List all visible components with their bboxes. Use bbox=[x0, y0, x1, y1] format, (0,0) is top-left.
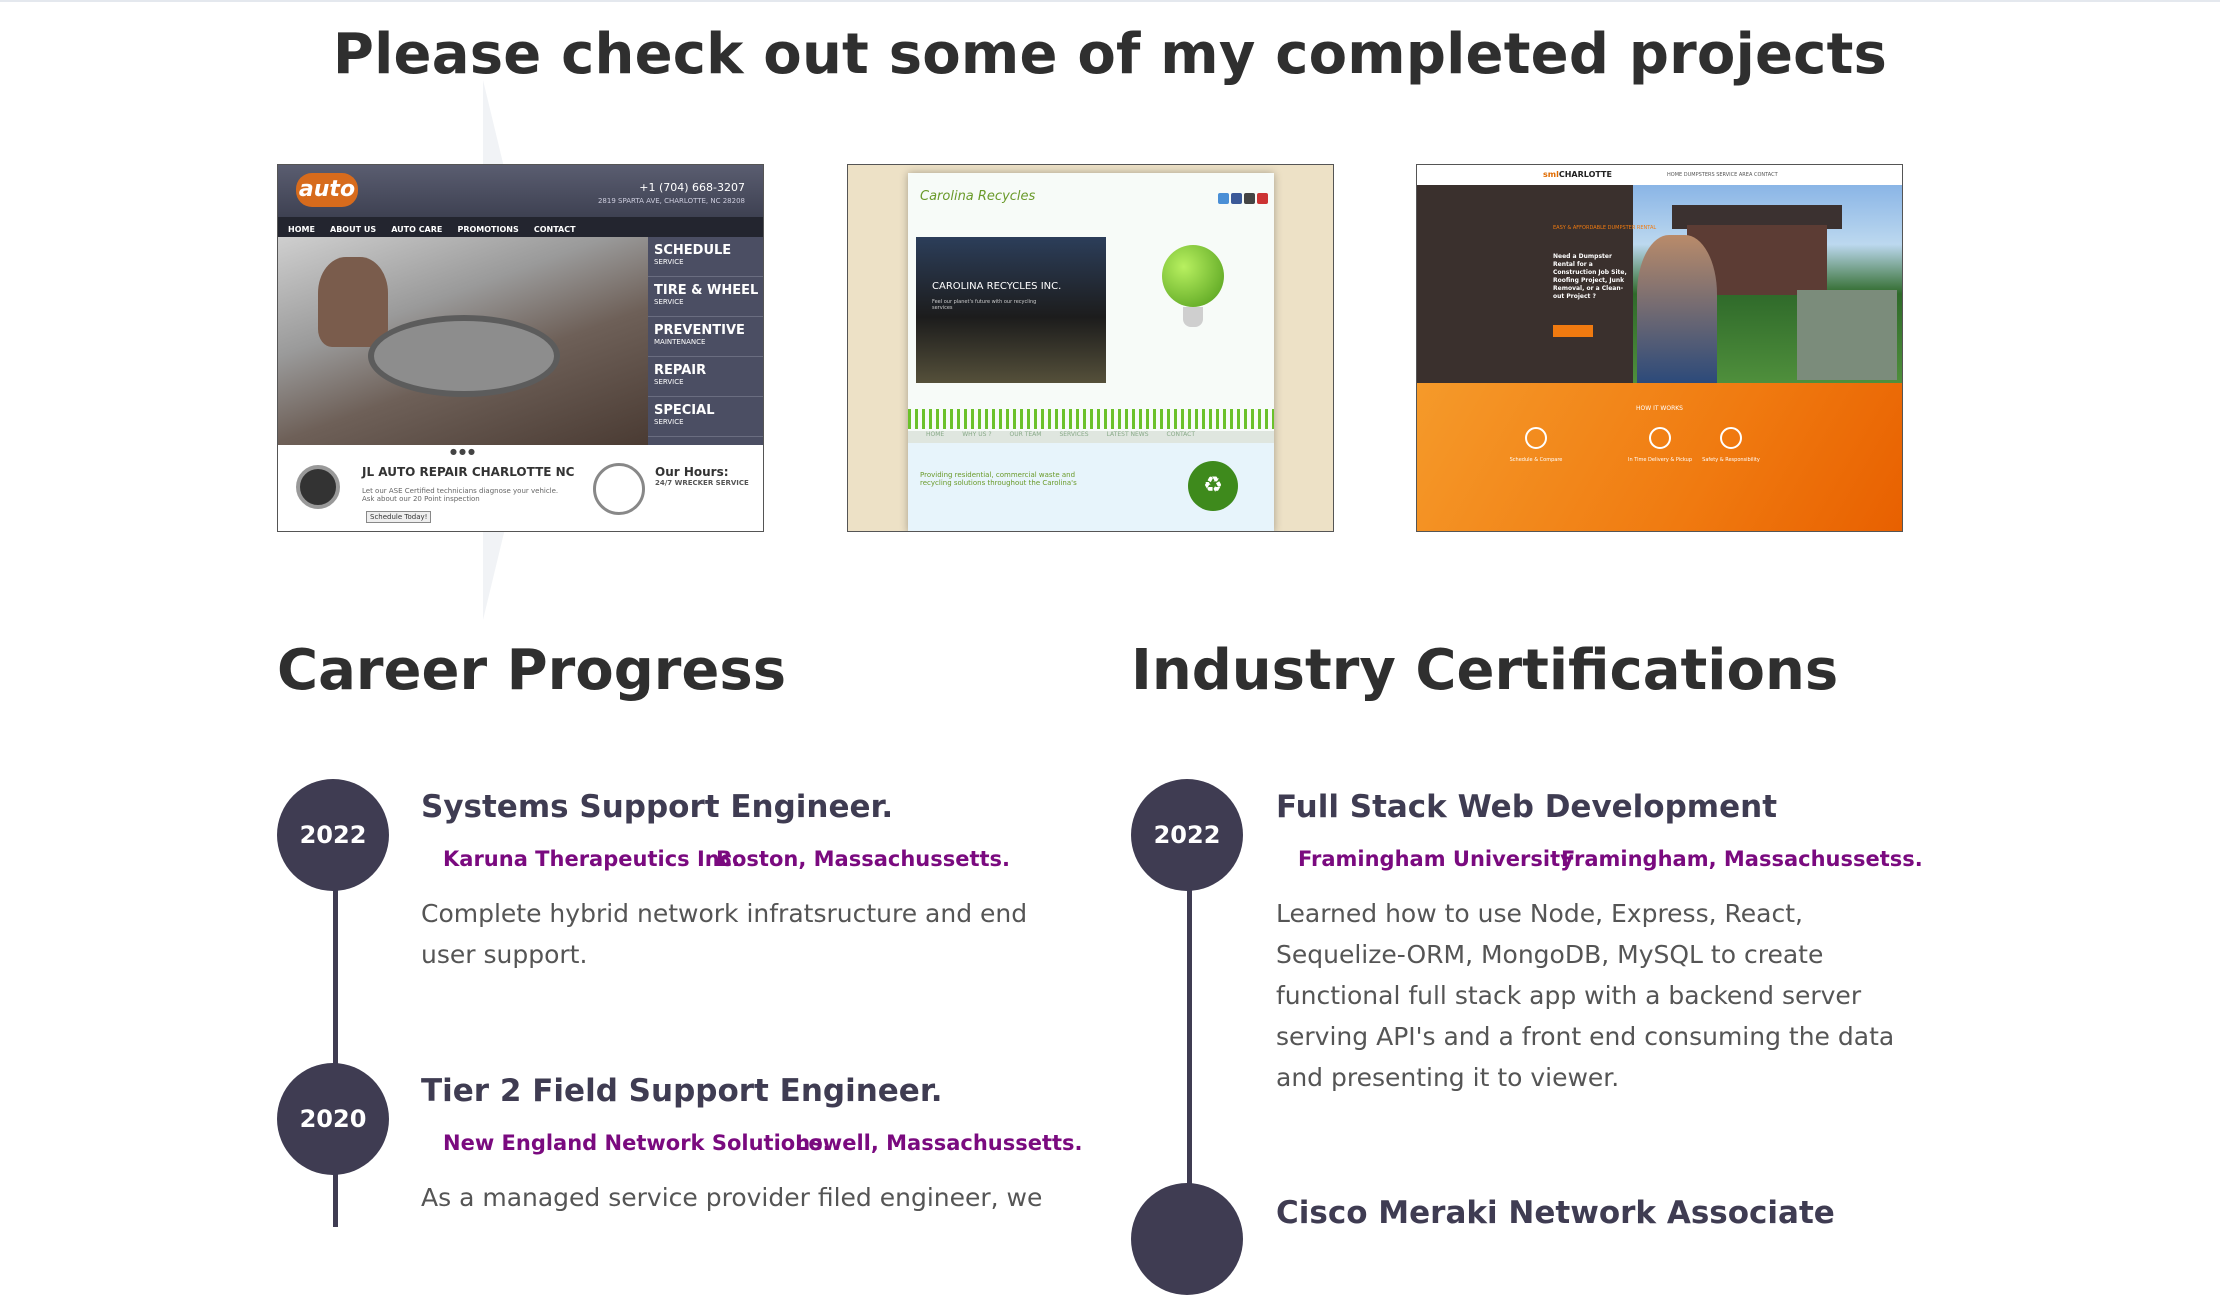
auto-hours: Our Hours: 24/7 WRECKER SERVICE bbox=[655, 465, 749, 487]
career-company: New England Network Solutions. bbox=[443, 1131, 831, 1155]
dumpster-headline: Need a Dumpster Rental for a Constructio… bbox=[1553, 253, 1627, 300]
project-thumbnail-dumpster[interactable]: smlCHARLOTTE HOME DUMPSTERS SERVICE AREA… bbox=[1416, 164, 1903, 532]
auto-side-menu: SCHEDULE SERVICE TIRE & WHEEL SERVICE PREV… bbox=[648, 237, 763, 445]
recycles-footer: Providing residential, commercial waste … bbox=[908, 443, 1274, 531]
certifications-heading: Industry Certifications bbox=[1131, 638, 1839, 703]
auto-phone: +1 (704) 668-3207 bbox=[639, 181, 745, 194]
cert-title: Full Stack Web Development bbox=[1276, 789, 1778, 825]
auto-nav-item: HOME bbox=[288, 225, 315, 234]
auto-side-item: TIRE & WHEEL SERVICE bbox=[648, 277, 763, 317]
career-year-badge: 2022 bbox=[277, 779, 389, 891]
mechanic-figure bbox=[318, 257, 388, 347]
engine-shape bbox=[368, 315, 560, 397]
dumpster-logo: smlCHARLOTTE bbox=[1543, 170, 1612, 179]
career-description: As a managed service provider filed engi… bbox=[421, 1183, 1043, 1212]
dumpster-menu: HOME DUMPSTERS SERVICE AREA CONTACT bbox=[1667, 172, 1778, 178]
dumpster-bin-shape bbox=[1797, 290, 1897, 380]
project-thumbnail-recycles[interactable]: Carolina Recycles CAROLINA RECYCLES INC.… bbox=[847, 164, 1334, 532]
recycle-icon: ♻ bbox=[1188, 461, 1238, 511]
auto-nav-item: ABOUT US bbox=[330, 225, 377, 234]
recycles-footer-text: Providing residential, commercial waste … bbox=[920, 471, 1077, 487]
dumpster-cta-button bbox=[1553, 325, 1593, 337]
box-icon bbox=[1649, 427, 1671, 449]
clock-icon bbox=[1525, 427, 1547, 449]
recycles-page: Carolina Recycles CAROLINA RECYCLES INC.… bbox=[908, 173, 1274, 531]
career-location: Boston, Massachussetts. bbox=[716, 847, 1011, 871]
career-year-badge: 2020 bbox=[277, 1063, 389, 1175]
cert-location: Framingham, Massachussetss. bbox=[1561, 847, 1923, 871]
auto-side-item: SPECIAL SERVICE bbox=[648, 397, 763, 437]
top-divider bbox=[0, 0, 2220, 2]
career-heading: Career Progress bbox=[277, 638, 787, 703]
dumpster-tagline: EASY & AFFORDABLE DUMPSTER RENTAL bbox=[1553, 225, 1657, 231]
auto-blurb: Let our ASE Certified technicians diagno… bbox=[362, 487, 559, 503]
auto-side-item: PREVENTIVE MAINTENANCE bbox=[648, 317, 763, 357]
auto-logo: auto bbox=[296, 173, 358, 207]
project-thumbnail-auto-repair[interactable]: auto +1 (704) 668-3207 2819 SPARTA AVE, … bbox=[277, 164, 764, 532]
globe-icon bbox=[1162, 245, 1224, 307]
auto-nav-item: PROMOTIONS bbox=[457, 225, 519, 234]
recycles-nav: HOME WHY US ? OUR TEAM SERVICES LATEST NEWS C… bbox=[908, 431, 1274, 443]
career-description: Complete hybrid network infratsructure a… bbox=[421, 899, 1028, 969]
dumpster-how-title: HOW IT WORKS bbox=[1636, 405, 1683, 412]
auto-side-item: REPAIR SERVICE bbox=[648, 357, 763, 397]
grass-decoration bbox=[908, 409, 1274, 429]
cert-year-badge: 2022 bbox=[1131, 779, 1243, 891]
dumpster-step: Schedule & Compare bbox=[1509, 457, 1563, 463]
recycle-icon bbox=[1720, 427, 1742, 449]
recycles-banner-text: Feel our planet's future with our recycl… bbox=[932, 299, 1037, 311]
cert-title: Cisco Meraki Network Associate bbox=[1276, 1195, 1835, 1231]
auto-schedule-button: Schedule Today! bbox=[366, 511, 432, 523]
tire-icon bbox=[296, 465, 340, 509]
clock-icon bbox=[593, 463, 645, 515]
dumpster-how-section: HOW IT WORKS Schedule & Compare In Time … bbox=[1417, 383, 1902, 531]
auto-nav: HOME ABOUT US AUTO CARE PROMOTIONS CONTA… bbox=[278, 217, 763, 237]
auto-nav-item: AUTO CARE bbox=[391, 225, 443, 234]
projects-heading: Please check out some of my completed pr… bbox=[332, 22, 1888, 87]
dumpster-step: Safety & Responsibility bbox=[1702, 457, 1760, 463]
carousel-dots-icon: ●●● bbox=[450, 447, 477, 456]
bulb-icon bbox=[1183, 307, 1203, 327]
auto-address: 2819 SPARTA AVE, CHARLOTTE, NC 28208 bbox=[597, 197, 745, 205]
cert-year-badge bbox=[1131, 1183, 1243, 1295]
auto-side-item: SCHEDULE SERVICE bbox=[648, 237, 763, 277]
cert-description: Learned how to use Node, Express, React,… bbox=[1276, 899, 1895, 1092]
recycles-banner: CAROLINA RECYCLES INC. Feel our planet's… bbox=[916, 237, 1106, 383]
career-company: Karuna Therapeutics Inc. bbox=[443, 847, 741, 871]
recycles-banner-title: CAROLINA RECYCLES INC. bbox=[932, 281, 1062, 292]
career-role: Tier 2 Field Support Engineer. bbox=[421, 1073, 943, 1109]
auto-company-name: JL AUTO REPAIR CHARLOTTE NC bbox=[362, 465, 575, 479]
cert-institution: Framingham University bbox=[1298, 847, 1574, 871]
auto-header: auto +1 (704) 668-3207 2819 SPARTA AVE, … bbox=[278, 165, 763, 217]
recycles-logo: Carolina Recycles bbox=[920, 189, 1036, 204]
career-location: Lowell, Massachussetts. bbox=[795, 1131, 1083, 1155]
couple-figure bbox=[1637, 235, 1717, 383]
social-icons bbox=[1216, 189, 1268, 208]
auto-nav-item: CONTACT bbox=[533, 225, 576, 234]
dumpster-topbar: smlCHARLOTTE HOME DUMPSTERS SERVICE AREA… bbox=[1417, 165, 1902, 185]
career-role: Systems Support Engineer. bbox=[421, 789, 894, 825]
